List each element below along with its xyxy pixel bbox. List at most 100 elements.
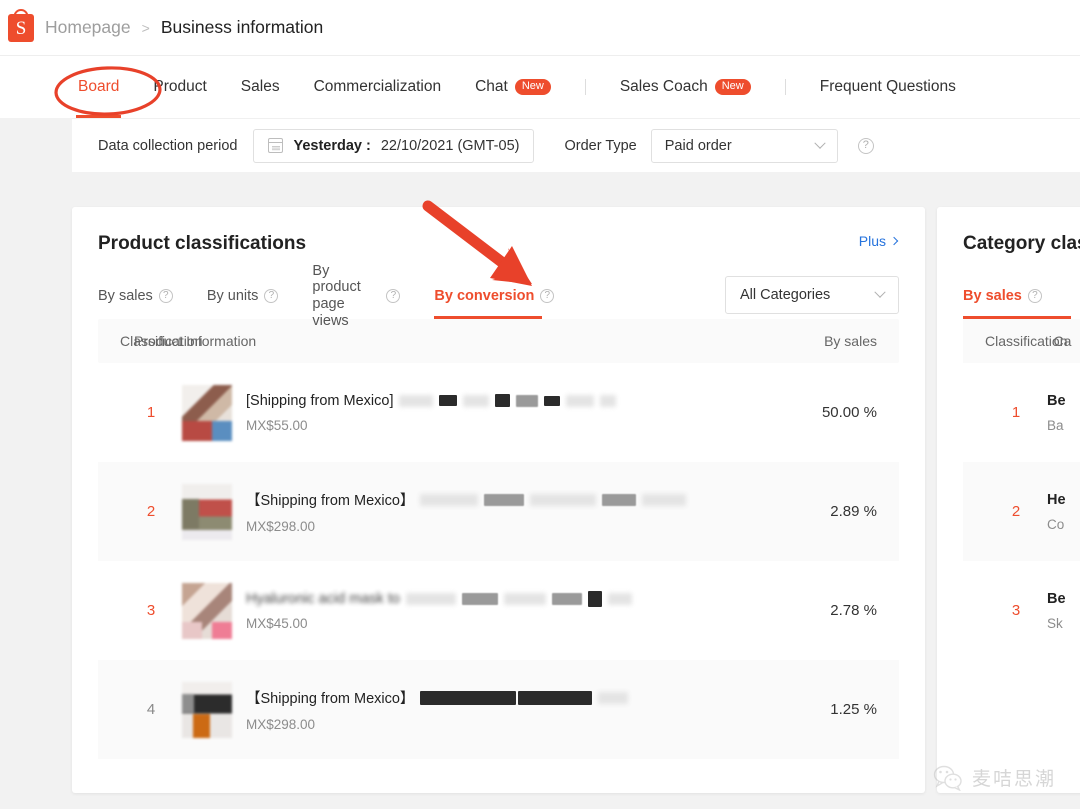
shopee-logo-icon: S — [8, 8, 34, 42]
metric-tab-by-units[interactable]: By units ? — [207, 273, 279, 319]
category-tab-by-sales-label: By sales — [963, 287, 1022, 304]
product-price: MX$45.00 — [246, 615, 308, 631]
product-title-text: [Shipping from Mexico] — [246, 392, 394, 409]
nav-tab-frequent-questions[interactable]: Frequent Questions — [820, 56, 956, 118]
nav-tab-board[interactable]: Board — [76, 56, 122, 118]
category-info: Be Sk — [1047, 591, 1066, 631]
product-panel-header: Product classifications Plus — [72, 207, 925, 255]
product-price: MX$298.00 — [246, 717, 316, 732]
row-product: Hyaluronic acid mask to MX$45.00 — [182, 582, 830, 639]
order-type-help-icon[interactable]: ? — [857, 137, 874, 154]
metric-tab-by-conversion-label: By conversion — [434, 287, 535, 304]
by-product-page-views-help-icon[interactable]: ? — [386, 289, 401, 303]
row-value: 2.78 % — [830, 602, 877, 619]
category-by-sales-help-icon[interactable]: ? — [1027, 289, 1042, 303]
metric-tab-by-product-page-views[interactable]: By product page views ? — [312, 263, 401, 329]
watermark-text: 麦咭思潮 — [971, 768, 1056, 790]
product-thumbnail — [182, 483, 232, 540]
product-title: 【Shipping from Mexico】 — [246, 489, 687, 510]
category-sub: Co — [1047, 516, 1065, 532]
metric-tab-by-units-label: By units — [206, 287, 259, 304]
row-rank: 2 — [146, 503, 156, 520]
category-classifications-panel: Category clas By sales ? Classification … — [937, 207, 1080, 793]
metric-tab-by-conversion[interactable]: By conversion ? — [434, 273, 555, 319]
watermark: 麦咭思潮 — [933, 764, 1056, 791]
nav-tab-sales[interactable]: Sales — [241, 56, 280, 118]
list-item[interactable]: 3 Be Sk — [963, 561, 1080, 660]
order-type-value: Paid order — [664, 137, 732, 154]
row-value: 50.00 % — [821, 404, 877, 421]
product-thumbnail — [182, 384, 232, 441]
redacted-text — [420, 690, 517, 705]
redacted-text — [530, 493, 597, 506]
row-value: 2.89 % — [830, 503, 877, 520]
redacted-text — [544, 395, 561, 406]
product-table-header: Classification Product Information By sa… — [98, 319, 899, 363]
product-title: 【Shipping from Mexico】 — [246, 687, 629, 708]
nav-tab-frequent-questions-label: Frequent Questions — [819, 78, 956, 95]
product-info: 【Shipping from Mexico】 MX$298.00 — [246, 489, 687, 534]
metric-tab-by-sales[interactable]: By sales ? — [98, 273, 173, 319]
product-title: Hyaluronic acid mask to — [246, 590, 632, 607]
redacted-text — [399, 394, 434, 407]
redacted-text — [598, 691, 629, 704]
redacted-text — [516, 394, 539, 407]
category-table: Classification Ca 1 Be Ba 2 He Co 3 Be S… — [937, 319, 1080, 660]
redacted-text — [642, 493, 687, 506]
table-row[interactable]: 3 Hyaluronic acid mask to MX$45.00 2.78 … — [98, 561, 899, 660]
list-item[interactable]: 1 Be Ba — [963, 363, 1080, 462]
list-item[interactable]: 2 He Co — [963, 462, 1080, 561]
nav-tab-commercialization[interactable]: Commercialization — [314, 56, 441, 118]
product-info: 【Shipping from Mexico】 MX$298.00 — [246, 687, 629, 732]
chevron-down-icon — [814, 137, 826, 149]
all-categories-select[interactable]: All Categories — [725, 276, 899, 314]
category-sub: Ba — [1047, 417, 1064, 433]
nav-tab-chat-label: Chat — [475, 78, 508, 95]
date-picker-value: 22/10/2021 (GMT-05) — [380, 137, 520, 154]
redacted-text — [551, 592, 582, 605]
category-table-header: Classification Ca — [963, 319, 1080, 363]
metric-tab-by-sales-label: By sales — [98, 287, 153, 304]
category-name: Be — [1047, 590, 1066, 607]
nav-tab-sales-coach-label: Sales Coach — [619, 78, 708, 95]
product-panel-title: Product classifications — [98, 233, 307, 254]
nav-tab-board-label: Board — [78, 78, 120, 95]
category-panel-header: Category clas — [937, 207, 1080, 255]
nav-tab-sales-label: Sales — [240, 78, 280, 95]
nav-tab-chat[interactable]: Chat New — [475, 56, 551, 118]
table-row[interactable]: 2 【Shipping from Mexico】 MX$298.00 2.89 … — [98, 462, 899, 561]
category-rank: 2 — [1011, 503, 1021, 520]
by-conversion-help-icon[interactable]: ? — [540, 289, 555, 303]
redacted-text — [439, 395, 458, 406]
category-rank: 1 — [1011, 404, 1021, 421]
chevron-down-icon — [874, 286, 886, 298]
by-sales-help-icon[interactable]: ? — [158, 289, 173, 303]
row-product: 【Shipping from Mexico】 MX$298.00 — [182, 483, 830, 540]
breadcrumb: S Homepage > Business information — [0, 0, 1080, 56]
table-row[interactable]: 1 [Shipping from Mexico] MX$55.00 50.00 … — [98, 363, 899, 462]
category-rank: 3 — [1011, 602, 1021, 619]
product-title-text: 【Shipping from Mexico】 — [246, 493, 415, 509]
date-range-picker[interactable]: Yesterday : 22/10/2021 (GMT-05) — [253, 128, 535, 163]
category-name: Be — [1047, 392, 1066, 409]
nav-tab-sales-coach-new-badge: New — [714, 79, 751, 95]
product-info: [Shipping from Mexico] MX$55.00 — [246, 392, 617, 433]
nav-tab-product[interactable]: Product — [153, 56, 206, 118]
by-units-help-icon[interactable]: ? — [264, 289, 279, 303]
redacted-text — [518, 690, 593, 705]
breadcrumb-home-link[interactable]: Homepage — [45, 17, 131, 38]
row-rank: 3 — [146, 602, 156, 619]
nav-tab-sales-coach[interactable]: Sales Coach New — [620, 56, 751, 118]
redacted-text — [503, 592, 546, 605]
plus-link-label: Plus — [858, 233, 886, 249]
table-row[interactable]: 4 【Shipping from Mexico】 MX$298.00 1.25 … — [98, 660, 899, 759]
product-title: [Shipping from Mexico] — [246, 392, 617, 409]
nav-tab-product-label: Product — [153, 78, 207, 95]
product-thumbnail — [182, 681, 232, 738]
product-price: MX$298.00 — [246, 519, 316, 534]
plus-link[interactable]: Plus — [858, 233, 899, 249]
category-tab-by-sales[interactable]: By sales ? — [963, 273, 1071, 319]
order-type-select[interactable]: Paid order — [650, 128, 838, 163]
nav-tab-commercialization-label: Commercialization — [313, 78, 442, 95]
breadcrumb-current: Business information — [160, 17, 324, 37]
